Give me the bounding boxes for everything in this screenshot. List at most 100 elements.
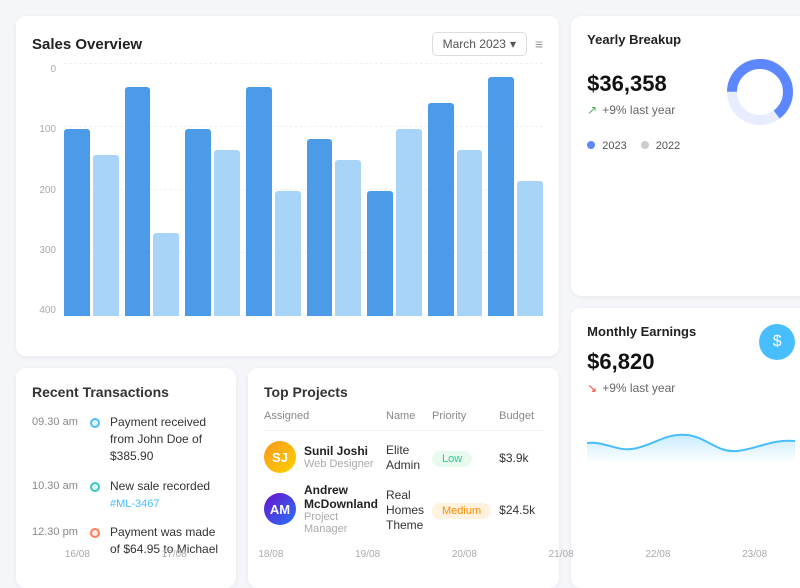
monthly-earnings-card: Monthly Earnings $6,820 ↘ +9% last year … (571, 308, 800, 588)
monthly-trend-text: +9% last year (602, 381, 675, 395)
yearly-breakup-title: Yearly Breakup (587, 32, 795, 47)
legend-2022-label: 2022 (656, 140, 680, 152)
bar-group-6 (428, 103, 483, 316)
bar-dark-6 (428, 103, 454, 316)
tx-desc-1: Payment received from John Doe of $385.9… (110, 414, 220, 464)
date-btn[interactable]: March 2023 ▾ (432, 32, 527, 56)
x-label-1: 17/08 (129, 549, 220, 560)
bar-dark-2 (185, 129, 211, 316)
bar-light-5 (396, 129, 422, 316)
x-label-7: 23/08 (709, 549, 800, 560)
bar-pair-7 (488, 77, 543, 316)
yearly-amount: $36,358 (587, 71, 675, 97)
tx-dot-col-1 (90, 418, 100, 428)
monthly-icon: $ (759, 324, 795, 360)
td-priority-1: Medium (432, 473, 499, 535)
tx-dot-teal (90, 482, 100, 492)
x-axis: 16/0817/0818/0819/0820/0821/0822/0823/08 (0, 549, 800, 560)
legend-2023-label: 2023 (602, 140, 626, 152)
y-axis: 400 300 200 100 0 (32, 64, 60, 316)
chevron-down-icon: ▾ (510, 37, 516, 51)
bar-light-3 (275, 191, 301, 316)
td-project-0: Elite Admin (386, 431, 432, 474)
avatar-1: AM (264, 493, 296, 525)
td-assigned-0: SJ Sunil Joshi Web Designer (264, 431, 386, 474)
monthly-header: Monthly Earnings $6,820 ↘ +9% last year … (587, 324, 795, 395)
wave-chart (587, 403, 795, 463)
x-label-6: 22/08 (613, 549, 704, 560)
td-project-1: Real Homes Theme (386, 473, 432, 535)
bar-pair-6 (428, 103, 483, 316)
bar-group-4 (307, 139, 362, 316)
donut-chart (725, 57, 795, 127)
yearly-breakup-card: Yearly Breakup $36,358 ↗ +9% last year (571, 16, 800, 296)
transaction-item-1: 09.30 am Payment received from John Doe … (32, 414, 220, 464)
budget-1: $24.5k (499, 503, 535, 517)
bar-light-6 (457, 150, 483, 316)
bar-group-1 (125, 87, 180, 316)
bar-pair-1 (125, 87, 180, 316)
x-label-2: 18/08 (226, 549, 317, 560)
person-role-0: Web Designer (304, 458, 374, 470)
tx-desc-2-text: New sale recorded (110, 478, 210, 495)
legend-dot-2023 (587, 141, 595, 149)
dollar-icon: $ (773, 333, 782, 351)
priority-badge-1: Medium (432, 503, 491, 519)
x-label-0: 16/08 (32, 549, 123, 560)
bar-pair-2 (185, 129, 240, 316)
legend-2023: 2023 (587, 140, 627, 152)
legend-dot-2022 (641, 141, 649, 149)
td-priority-0: Low (432, 431, 499, 474)
legend-row: 2023 2022 (587, 140, 795, 152)
bar-light-7 (517, 181, 543, 316)
projects-thead: Assigned Name Priority Budget (264, 410, 543, 431)
bar-dark-3 (246, 87, 272, 316)
sales-overview-card: Sales Overview March 2023 ▾ ≡ 400 300 20… (16, 16, 559, 356)
person-row-1: AM Andrew McDownland Project Manager (264, 483, 378, 535)
chart-area: 400 300 200 100 0 (32, 64, 543, 340)
avatar-0: SJ (264, 441, 296, 473)
td-budget-1: $24.5k (499, 473, 543, 535)
bar-group-2 (185, 129, 240, 316)
sales-header: Sales Overview March 2023 ▾ ≡ (32, 32, 543, 56)
tx-time-3: 12.30 pm (32, 526, 80, 538)
person-role-1: Project Manager (304, 511, 378, 535)
person-row-0: SJ Sunil Joshi Web Designer (264, 441, 378, 473)
projects-header-row: Assigned Name Priority Budget (264, 410, 543, 431)
bar-light-0 (93, 155, 119, 316)
priority-badge-0: Low (432, 451, 472, 467)
yearly-left: $36,358 ↗ +9% last year (587, 71, 675, 117)
person-name-1: Andrew McDownland (304, 483, 378, 511)
bar-pair-0 (64, 129, 119, 316)
date-label: March 2023 (443, 37, 506, 51)
tx-dot-col-3 (90, 528, 100, 538)
menu-icon[interactable]: ≡ (535, 37, 543, 51)
person-info-1: Andrew McDownland Project Manager (304, 483, 378, 535)
donut-chart-container (725, 57, 795, 130)
legend-2022: 2022 (641, 140, 681, 152)
td-assigned-1: AM Andrew McDownland Project Manager (264, 473, 386, 535)
x-label-4: 20/08 (419, 549, 510, 560)
tx-time-1: 09.30 am (32, 416, 80, 428)
bar-pair-4 (307, 139, 362, 316)
bar-pair-5 (367, 129, 422, 316)
yearly-trend: ↗ +9% last year (587, 103, 675, 117)
yearly-trend-text: +9% last year (602, 103, 675, 117)
projects-tbody: SJ Sunil Joshi Web Designer Elite Admin … (264, 431, 543, 536)
bar-dark-1 (125, 87, 151, 316)
col-assigned: Assigned (264, 410, 386, 431)
date-selector: March 2023 ▾ ≡ (432, 32, 544, 56)
x-label-5: 21/08 (516, 549, 607, 560)
tx-link-2[interactable]: #ML-3467 (110, 498, 160, 510)
tx-desc-2: New sale recorded #ML-3467 (110, 478, 210, 510)
monthly-trend: ↘ +9% last year (587, 381, 696, 395)
col-name: Name (386, 410, 432, 431)
trend-up-icon: ↗ (587, 103, 597, 117)
bar-dark-4 (307, 139, 333, 316)
table-row-0: SJ Sunil Joshi Web Designer Elite Admin … (264, 431, 543, 474)
tx-dot-coral (90, 528, 100, 538)
bar-dark-7 (488, 77, 514, 316)
transactions-title: Recent Transactions (32, 384, 220, 400)
person-name-0: Sunil Joshi (304, 444, 374, 458)
tx-dot-col-2 (90, 482, 100, 492)
